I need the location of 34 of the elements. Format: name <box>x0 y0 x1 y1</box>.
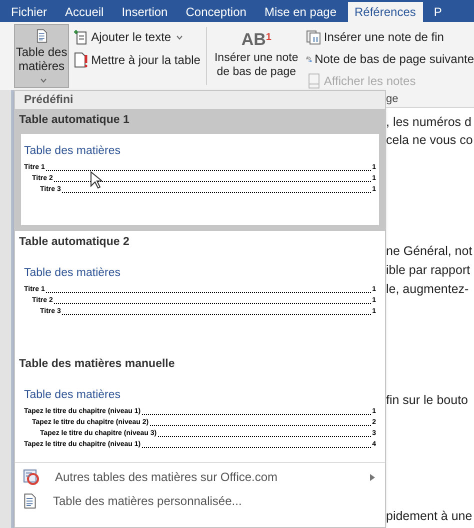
ribbon-button[interactable]: Insérer une note de fin <box>306 28 474 46</box>
group-label: ge <box>386 90 474 108</box>
ribbon-button[interactable]: Note de bas de page suivante <box>306 50 474 68</box>
document-icon <box>23 493 37 509</box>
document-text: fin sur le bouto <box>386 392 469 408</box>
office-icon <box>23 469 39 485</box>
ribbon-tab[interactable]: Insertion <box>114 2 175 22</box>
ribbon-tab[interactable]: P <box>426 2 449 22</box>
ribbon-tab[interactable]: Mise en page <box>257 2 344 22</box>
table-of-contents-button[interactable]: Table des matières <box>14 24 70 88</box>
ribbon-tab[interactable]: Accueil <box>58 2 111 22</box>
document-text: cela ne vous co <box>386 132 474 148</box>
ribbon-button[interactable]: Mettre à jour la table <box>73 51 202 69</box>
caret-icon <box>176 34 184 40</box>
document-text: , les numéros d <box>386 114 472 130</box>
menu-item[interactable]: Autres tables des matières sur Office.com <box>15 465 385 489</box>
mouse-pointer-icon <box>90 171 102 189</box>
ribbon-button[interactable]: Ajouter le texte <box>73 28 202 46</box>
submenu-arrow-icon <box>370 474 375 480</box>
document-text: pidement à une <box>386 508 474 524</box>
endnote-icon <box>306 29 322 45</box>
ribbon-tab[interactable]: Fichier <box>4 2 54 22</box>
insert-footnote-button[interactable]: AB$^{1}$ Insérer une note de bas de page <box>210 24 302 90</box>
document-text: ible par rapport <box>386 262 472 278</box>
ribbon-tab[interactable]: Références <box>348 2 423 22</box>
update-table-icon <box>73 52 90 68</box>
ribbon-tab[interactable]: Conception <box>178 2 254 22</box>
document-text: le, augmentez- <box>386 281 470 297</box>
menu-item[interactable]: Table des matières personnalisée... <box>15 489 385 513</box>
document-text: ne Général, not <box>386 243 474 259</box>
section-header: Prédéfini <box>15 91 385 109</box>
caret-icon <box>40 78 47 84</box>
footnote-icon: AB$^{1}$ <box>241 30 272 50</box>
add-text-icon <box>73 29 90 45</box>
